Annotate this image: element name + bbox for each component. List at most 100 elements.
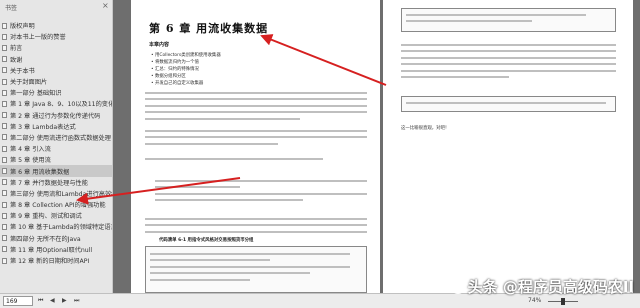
bookmark-page-icon <box>2 257 7 264</box>
bookmark-label: 前言 <box>10 45 23 53</box>
bullet-item: 开发自己的自定义收集器 <box>151 80 221 87</box>
bookmark-item[interactable]: 第二部分 使用流进行函数式数据处理 <box>0 132 112 143</box>
watermark-logo-icon <box>450 280 465 294</box>
bookmark-label: 第 10 章 基于Lambda的领域特定语言 <box>10 224 112 232</box>
bookmark-label: 关于封面图片 <box>10 79 48 87</box>
chapter-title: 第 6 章 用流收集数据 <box>149 22 269 35</box>
sidebar-title: 书签 <box>5 5 18 12</box>
bookmark-item[interactable]: 第 3 章 Lambda表达式 <box>0 121 112 132</box>
section-heading: 本章内容 <box>149 42 170 48</box>
bookmark-label: 第 2 章 通过行为参数化传递代码 <box>10 112 101 120</box>
bookmark-list: 版权声明对本书上一版的赞誉 前言致谢关于本书关于封面图片第一部分 基础知识第 1 … <box>0 20 112 266</box>
bookmarks-sidebar: 书签 × 版权声明对本书上一版的赞誉 前言致谢关于本书关于封面图片第一部分 基础知… <box>0 0 113 293</box>
bookmark-label: 第 12 章 新的日期和时间API <box>10 258 90 266</box>
bookmark-label: 第 6 章 用流收集数据 <box>10 168 70 176</box>
bookmark-label: 第二部分 使用流进行函数式数据处理 <box>10 134 111 142</box>
bookmark-item[interactable]: 第四部分 无所不在的Java <box>0 233 112 244</box>
bookmark-label: 第 9 章 重构、测试和调试 <box>10 213 82 221</box>
bookmark-label: 致谢 <box>10 56 23 64</box>
bookmark-label: 第一部分 基础知识 <box>10 90 62 98</box>
pdf-reader-window: 书签 × 版权声明对本书上一版的赞誉 前言致谢关于本书关于封面图片第一部分 基础知… <box>0 0 640 308</box>
pdf-page-right: 这一比喻很直观，对吧！ <box>383 0 633 293</box>
bookmark-page-icon <box>2 212 7 219</box>
watermark-text: 头条 @程序员高级码农II <box>467 278 634 296</box>
bookmark-page-icon <box>2 223 7 230</box>
bookmark-item[interactable]: 第 7 章 并行数据处理与性能 <box>0 177 112 188</box>
body-text-block <box>145 158 367 164</box>
prev-page-button[interactable]: ◀ <box>50 297 55 304</box>
bookmark-page-icon <box>2 56 7 63</box>
bookmark-item[interactable]: 致谢 <box>0 54 112 65</box>
code-listing-box <box>401 8 616 32</box>
bookmark-label: 第四部分 无所不在的Java <box>10 235 81 243</box>
next-page-button[interactable]: ▶ <box>62 297 67 304</box>
bookmark-page-icon <box>2 235 7 242</box>
body-text-block <box>145 92 367 124</box>
bookmark-item[interactable]: 第 10 章 基于Lambda的领域特定语言 <box>0 221 112 232</box>
body-text-block <box>145 218 367 237</box>
bookmark-label: 第三部分 使用流和Lambda进行高效编程 <box>10 190 112 198</box>
closing-text: 这一比喻很直观，对吧！ <box>401 126 450 131</box>
bookmark-item[interactable]: 第 8 章 Collection API的增强功能 <box>0 199 112 210</box>
bookmark-page-icon <box>2 168 7 175</box>
bookmark-page-icon <box>2 123 7 130</box>
body-text-block <box>401 44 616 82</box>
code-listing-box <box>145 246 367 293</box>
first-page-button[interactable]: ⏮ <box>38 297 43 305</box>
bullet-item: 用Collectors类创建和使用收集器 <box>151 52 221 59</box>
last-page-button[interactable]: ⏭ <box>74 297 79 305</box>
bookmark-page-icon <box>2 67 7 74</box>
bookmark-page-icon <box>2 179 7 186</box>
zoom-slider-handle[interactable] <box>561 298 565 305</box>
bullet-item: 数据分组和分区 <box>151 73 221 80</box>
bookmark-page-icon <box>2 22 7 29</box>
bookmark-item[interactable]: 第 4 章 引入流 <box>0 143 112 154</box>
bookmark-page-icon <box>2 89 7 96</box>
code-listing-box <box>401 96 616 112</box>
page-number-input[interactable]: 169 <box>3 296 33 306</box>
bookmark-label: 第 5 章 使用流 <box>10 157 51 165</box>
zoom-level: 74% <box>528 297 542 304</box>
bookmark-page-icon <box>2 190 7 197</box>
bookmark-item[interactable]: 第 5 章 使用流 <box>0 154 112 165</box>
pdf-page-left: 第 6 章 用流收集数据 本章内容 用Collectors类创建和使用收集器 将… <box>131 0 380 293</box>
bookmark-page-icon <box>2 134 7 141</box>
bookmark-label: 第 7 章 并行数据处理与性能 <box>10 179 88 187</box>
bookmark-item[interactable]: 第 12 章 新的日期和时间API <box>0 255 112 266</box>
bookmark-item[interactable]: 对本书上一版的赞誉 <box>0 31 112 42</box>
bookmark-item[interactable]: 第 11 章 用Optional取代null <box>0 244 112 255</box>
bookmark-page-icon <box>2 112 7 119</box>
bookmark-page-icon <box>2 201 7 208</box>
code-listing-caption: 代码清单 6-1 用指令式风格对交易按照货币分组 <box>159 238 254 243</box>
bookmark-item[interactable]: 第 6 章 用流收集数据 <box>0 165 112 177</box>
bookmark-page-icon <box>2 100 7 107</box>
bookmark-item[interactable]: 关于封面图片 <box>0 76 112 87</box>
bookmark-item[interactable]: 第一部分 基础知识 <box>0 87 112 98</box>
bullet-text-block <box>155 180 367 206</box>
bookmark-item[interactable]: 第 1 章 Java 8、9、10以及11的变化 <box>0 98 112 109</box>
bookmark-label: 第 11 章 用Optional取代null <box>10 246 93 254</box>
bookmark-page-icon <box>2 156 7 163</box>
bookmark-label: 对本书上一版的赞誉 <box>10 34 66 42</box>
bookmark-page-icon <box>2 145 7 152</box>
bookmark-item[interactable]: 第 9 章 重构、测试和调试 <box>0 210 112 221</box>
bookmark-item[interactable]: 前言 <box>0 42 112 53</box>
bookmark-item[interactable]: 版权声明 <box>0 20 112 31</box>
bookmark-item[interactable]: 第 2 章 通过行为参数化传递代码 <box>0 110 112 121</box>
bookmark-label: 关于本书 <box>10 67 35 75</box>
watermark: 头条 @程序员高级码农II <box>450 276 634 297</box>
bookmark-page-icon <box>2 33 7 40</box>
sidebar-close-button[interactable]: × <box>102 1 109 10</box>
chapter-bullets: 用Collectors类创建和使用收集器 将数据流归约为一个值 汇总：归约的特殊… <box>151 52 221 87</box>
bullet-item: 汇总：归约的特殊情况 <box>151 66 221 73</box>
bookmark-label: 第 1 章 Java 8、9、10以及11的变化 <box>10 101 112 109</box>
bookmark-label: 第 4 章 引入流 <box>10 146 51 154</box>
bookmark-page-icon <box>2 78 7 85</box>
bookmark-page-icon <box>2 246 7 253</box>
bullet-item: 将数据流归约为一个值 <box>151 59 221 66</box>
bookmark-label: 版权声明 <box>10 23 35 31</box>
bookmark-item[interactable]: 第三部分 使用流和Lambda进行高效编程 <box>0 188 112 199</box>
body-text-block <box>145 130 367 149</box>
bookmark-label: 第 8 章 Collection API的增强功能 <box>10 202 106 210</box>
bookmark-item[interactable]: 关于本书 <box>0 65 112 76</box>
